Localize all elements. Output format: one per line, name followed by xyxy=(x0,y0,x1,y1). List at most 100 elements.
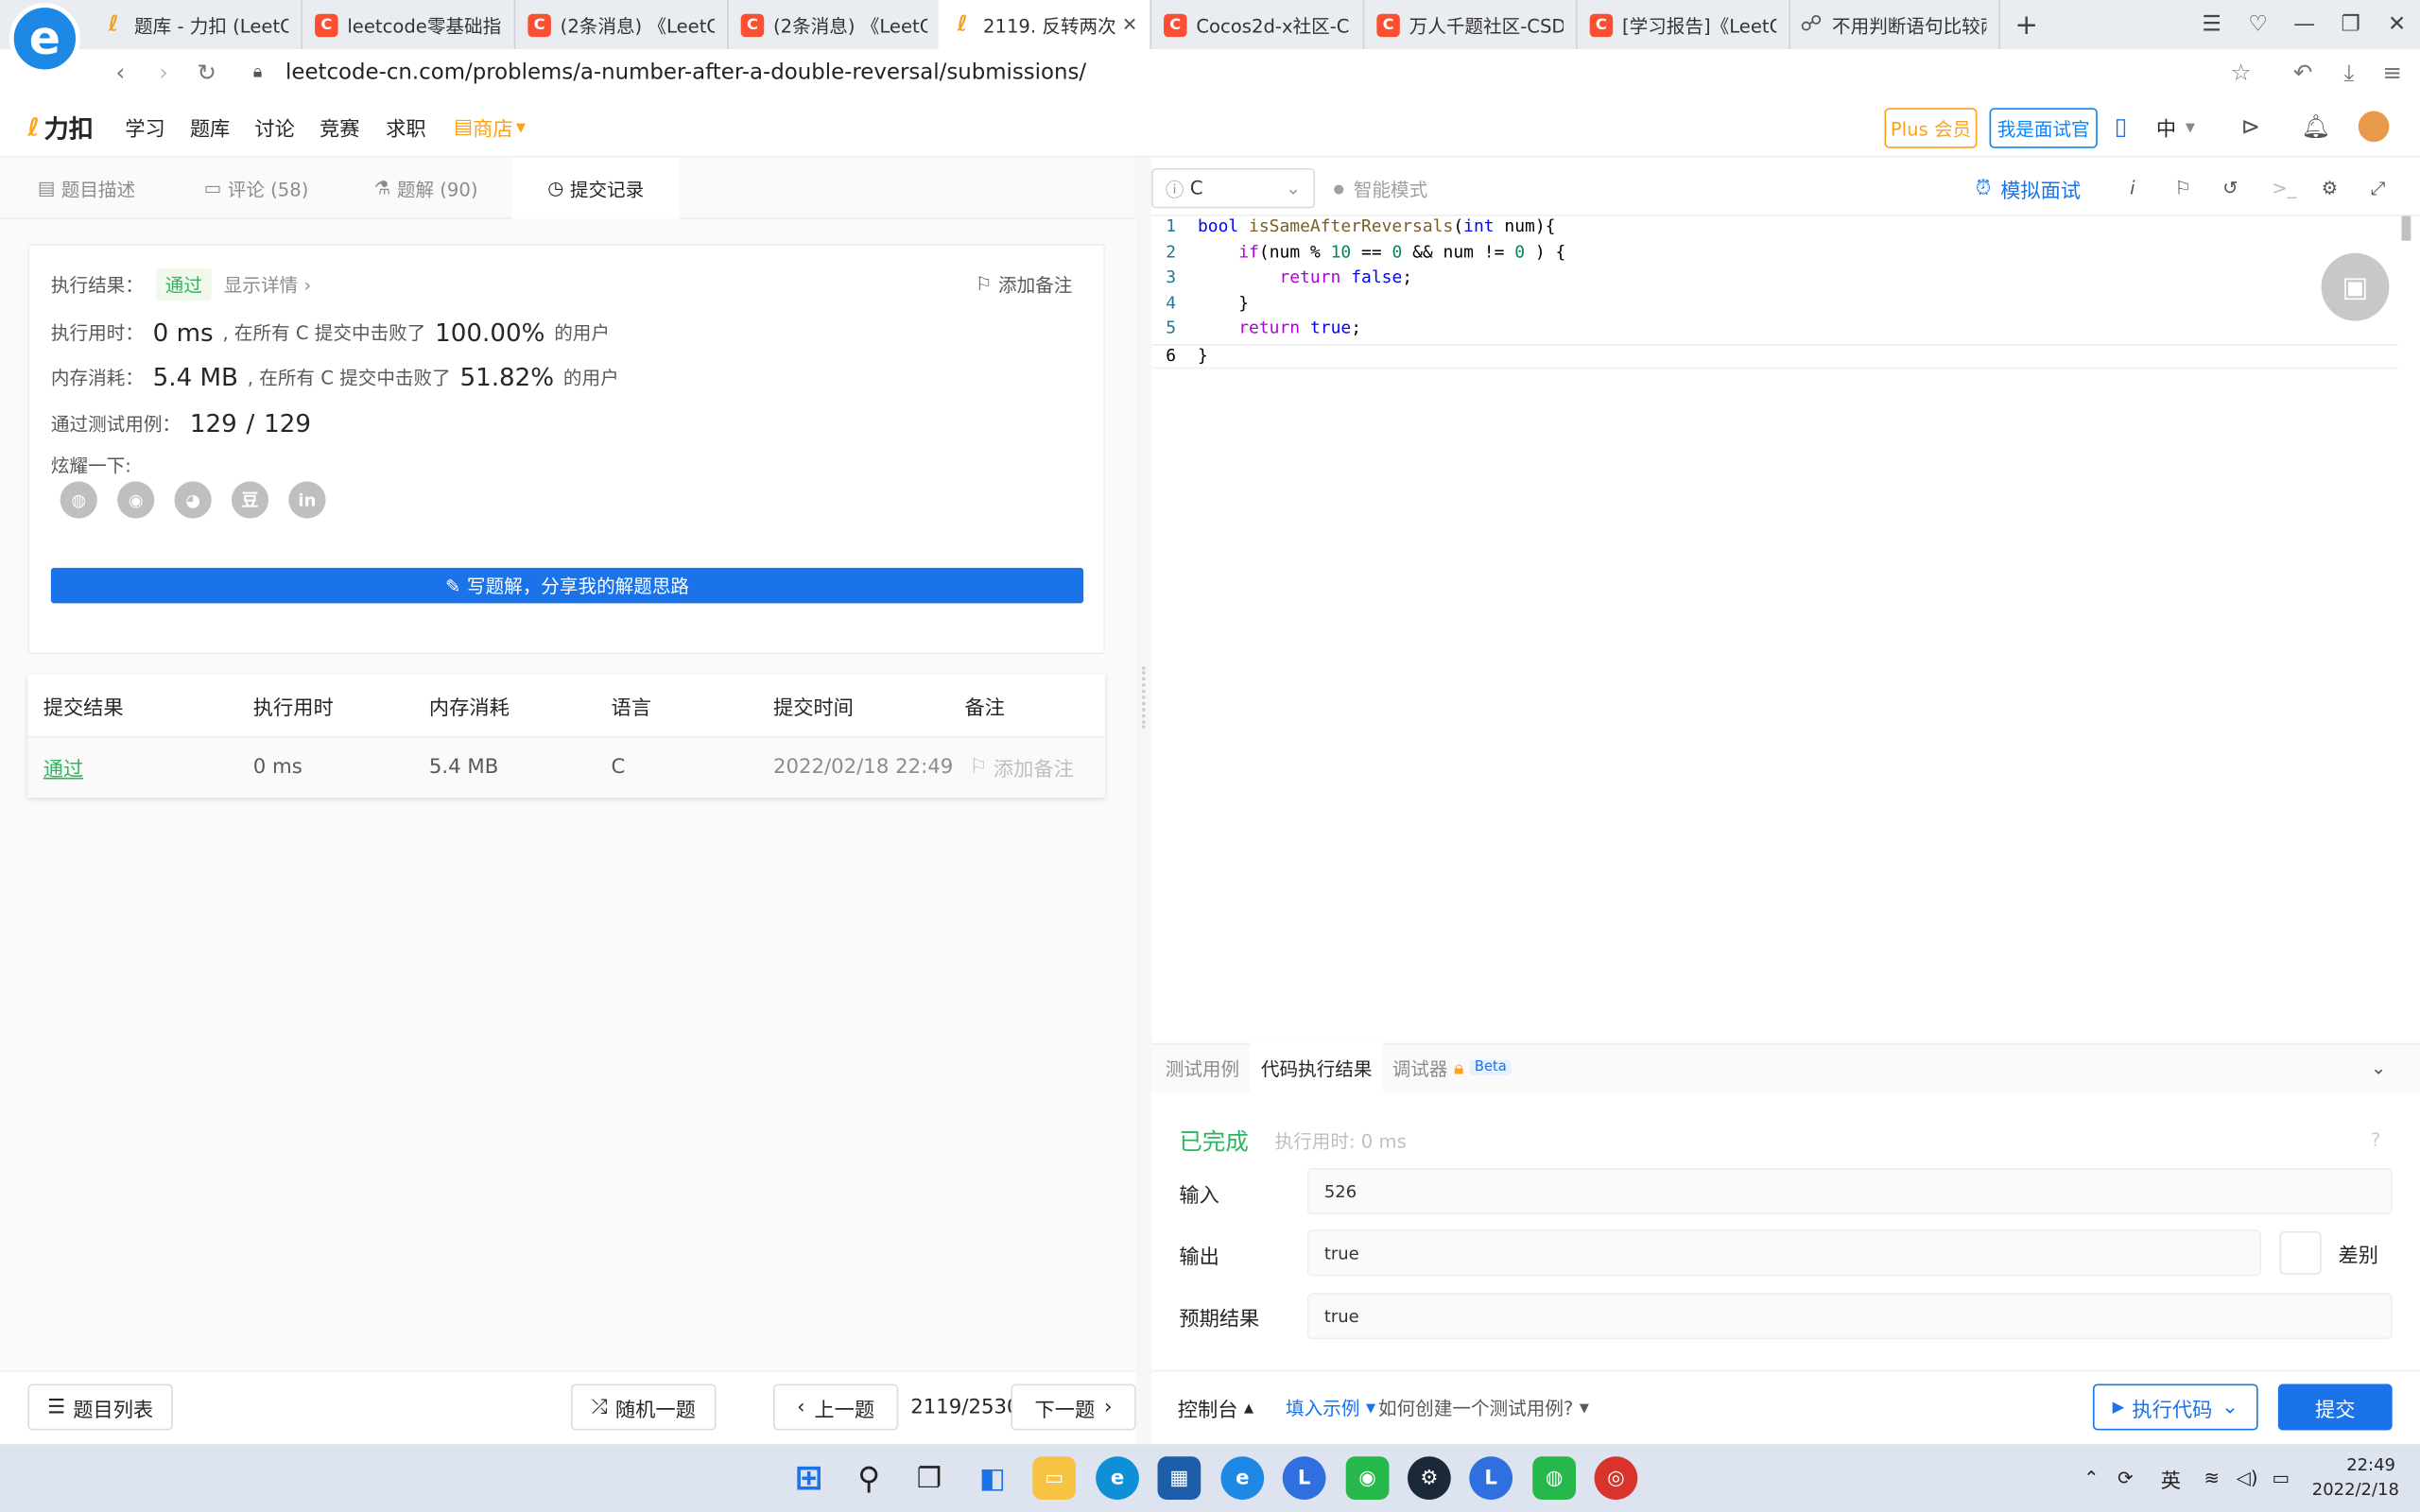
fullscreen-icon[interactable]: ⤢ xyxy=(2371,168,2386,208)
search-icon[interactable]: ⚲ xyxy=(847,1456,890,1500)
browser-taskbar-icon[interactable]: e xyxy=(1220,1456,1265,1500)
weibo-icon[interactable]: ◉ xyxy=(117,481,155,519)
tray-app-icon[interactable]: ⟳ xyxy=(2118,1444,2133,1512)
nav-problems[interactable]: 题库 xyxy=(190,95,230,157)
write-solution-button[interactable]: ✎ 写题解，分享我的解题思路 xyxy=(50,567,1084,604)
howto-testcase-link[interactable]: 如何创建一个测试用例? ▼ xyxy=(1378,1384,1589,1431)
file-explorer-icon[interactable]: ▭ xyxy=(1032,1456,1076,1500)
browser-tab[interactable]: C (2条消息) 《LeetC xyxy=(515,0,729,50)
wifi-icon[interactable]: ≋ xyxy=(2204,1444,2219,1512)
browser-tab[interactable]: ☍ 不用判断语句比较两 xyxy=(1788,0,2000,50)
console-toggle[interactable]: 控制台 ▲ xyxy=(1178,1384,1253,1431)
diff-checkbox[interactable] xyxy=(2279,1230,2322,1275)
site-logo[interactable]: ℓ 力扣 xyxy=(27,95,93,157)
star-icon[interactable]: ☆ xyxy=(2220,49,2263,95)
plus-member-button[interactable]: Plus 会员 xyxy=(1884,108,1978,148)
tab-solutions[interactable]: ⚗ 题解 (90) xyxy=(339,158,512,219)
undo-icon[interactable]: ↶ xyxy=(2281,49,2325,95)
code-line[interactable]: 3 return false; xyxy=(1151,266,1412,292)
code-line-current[interactable]: 6} xyxy=(1150,343,2399,369)
wechat-chat-icon[interactable]: ◍ xyxy=(1532,1456,1576,1500)
nav-contest[interactable]: 竞赛 xyxy=(320,95,359,157)
row-add-note[interactable]: ⚐ 添加备注 xyxy=(969,737,1073,798)
browser-tab[interactable]: C 万人千题社区-CSD xyxy=(1364,0,1578,50)
row-status-link[interactable]: 通过 xyxy=(43,737,83,798)
nav-shop[interactable]: ▤ 商店 ▼ xyxy=(454,95,526,157)
code-line[interactable]: 1 bool isSameAfterReversals(int num){ xyxy=(1151,216,1555,242)
browser-tab[interactable]: C (2条消息) 《LeetC xyxy=(729,0,942,50)
app-l2-icon[interactable]: L xyxy=(1469,1456,1513,1500)
nav-jobs[interactable]: 求职 xyxy=(386,95,425,157)
browser-logo-icon[interactable]: e xyxy=(9,3,80,75)
notes-floating-icon[interactable]: ▣ xyxy=(2321,252,2390,321)
forward-icon[interactable]: › xyxy=(142,49,185,95)
ime-indicator[interactable]: 英 xyxy=(2161,1444,2181,1512)
browser-tab-active[interactable]: ℓ2119. 反转两次后✕ xyxy=(938,0,1151,50)
flag-button-icon[interactable]: ⚐ xyxy=(2174,168,2191,208)
refresh-icon[interactable]: ↻ xyxy=(185,49,229,95)
next-problem-button[interactable]: 下一题 › xyxy=(1011,1383,1136,1431)
language-select[interactable]: ⓘ C ⌄ xyxy=(1150,167,1316,209)
problem-list-button[interactable]: ☰ 题目列表 xyxy=(27,1383,173,1431)
close-tab-icon[interactable]: ✕ xyxy=(1122,14,1137,36)
task-view-icon[interactable]: ❐ xyxy=(908,1456,951,1500)
edge-icon[interactable]: e xyxy=(1096,1456,1139,1500)
nav-learn[interactable]: 学习 xyxy=(125,95,164,157)
steam-icon[interactable]: ⚙ xyxy=(1408,1456,1451,1500)
smart-mode-toggle[interactable]: ● 智能模式 xyxy=(1334,168,1428,208)
fill-example-button[interactable]: 填入示例 ▼ xyxy=(1286,1384,1375,1431)
bell-icon[interactable]: 🔔︎ xyxy=(2301,95,2330,157)
volume-icon[interactable]: ◁) xyxy=(2237,1444,2258,1512)
browser-tab[interactable]: C Cocos2d-x社区-CS xyxy=(1151,0,1365,50)
avatar[interactable] xyxy=(2358,95,2390,157)
app-l-icon[interactable]: L xyxy=(1282,1456,1326,1500)
back-icon[interactable]: ‹ xyxy=(98,49,142,95)
terminal-icon[interactable]: >_ xyxy=(2272,168,2296,208)
code-line[interactable]: 2 if(num % 10 == 0 && num != 0 ) { xyxy=(1151,242,1565,267)
minimize-icon[interactable]: — xyxy=(2281,0,2327,49)
browser-tab[interactable]: Cleetcode零基础指南 xyxy=(302,0,516,50)
panel-splitter[interactable] xyxy=(1135,157,1151,1445)
restore-icon[interactable]: ❐ xyxy=(2327,0,2374,49)
info-button-icon[interactable]: i xyxy=(2130,168,2135,208)
menu-icon[interactable]: ≡ xyxy=(2371,49,2414,95)
prev-problem-button[interactable]: ‹ 上一题 xyxy=(772,1383,899,1431)
editor-scrollbar[interactable] xyxy=(2401,215,2411,241)
store-icon[interactable]: ▦ xyxy=(1157,1456,1201,1500)
mobile-icon[interactable]: ▯ xyxy=(2115,95,2127,157)
browser-tab[interactable]: C [学习报告]《LeetC xyxy=(1578,0,1790,50)
wechat-icon[interactable]: ◍ xyxy=(60,481,97,519)
nav-discuss[interactable]: 讨论 xyxy=(254,95,294,157)
code-line[interactable]: 4 } xyxy=(1151,292,1249,318)
browser-tab[interactable]: ℓ 题库 - 力扣 (LeetC xyxy=(90,0,303,50)
douban-icon[interactable]: 豆 xyxy=(231,481,269,519)
download-icon[interactable]: ⤓ xyxy=(2327,49,2371,95)
app-red-icon[interactable]: ◎ xyxy=(1594,1456,1638,1500)
language-switch[interactable]: 中 ▼ xyxy=(2156,95,2195,157)
tab-list-icon[interactable]: ☰ xyxy=(2188,0,2235,49)
show-details-link[interactable]: 显示详情 › xyxy=(224,271,311,298)
tab-submissions[interactable]: ◷ 提交记录 xyxy=(512,157,680,219)
qq-icon[interactable]: ◕ xyxy=(174,481,212,519)
interviewer-button[interactable]: 我是面试官 xyxy=(1989,108,2098,148)
mock-interview-button[interactable]: ⏰︎ 模拟面试 xyxy=(1976,168,2081,208)
settings-icon[interactable]: ⚙ xyxy=(2322,168,2339,208)
tab-debugger[interactable]: 调试器 🔒︎ Beta xyxy=(1392,1043,1512,1092)
close-window-icon[interactable]: ✕ xyxy=(2374,0,2420,49)
reset-icon[interactable]: ↺ xyxy=(2222,168,2238,208)
widgets-icon[interactable]: ◧ xyxy=(971,1456,1014,1500)
url-field[interactable]: leetcode-cn.com/problems/a-number-after-… xyxy=(285,49,1086,95)
new-tab-icon[interactable]: + xyxy=(2003,0,2049,49)
tab-run-result[interactable]: 代码执行结果 xyxy=(1250,1042,1383,1092)
tab-comments[interactable]: ▭ 评论 (58) xyxy=(173,158,339,219)
run-code-button[interactable]: ▶ 执行代码 ⌄ xyxy=(2092,1383,2258,1431)
random-problem-button[interactable]: ⤮ 随机一题 xyxy=(571,1383,717,1431)
tray-chevron-icon[interactable]: ⌃ xyxy=(2083,1444,2099,1512)
clock[interactable]: 22:49 2022/2/18 xyxy=(2312,1453,2399,1503)
collection-icon[interactable]: ♡ xyxy=(2235,0,2281,49)
code-line[interactable]: 5 return true; xyxy=(1151,318,1361,343)
tab-description[interactable]: ▤ 题目描述 xyxy=(0,158,173,219)
playground-icon[interactable]: ⊳ xyxy=(2241,95,2261,157)
windows-start-icon[interactable]: ⊞ xyxy=(787,1456,831,1500)
help-icon[interactable]: ? xyxy=(2371,1120,2380,1160)
